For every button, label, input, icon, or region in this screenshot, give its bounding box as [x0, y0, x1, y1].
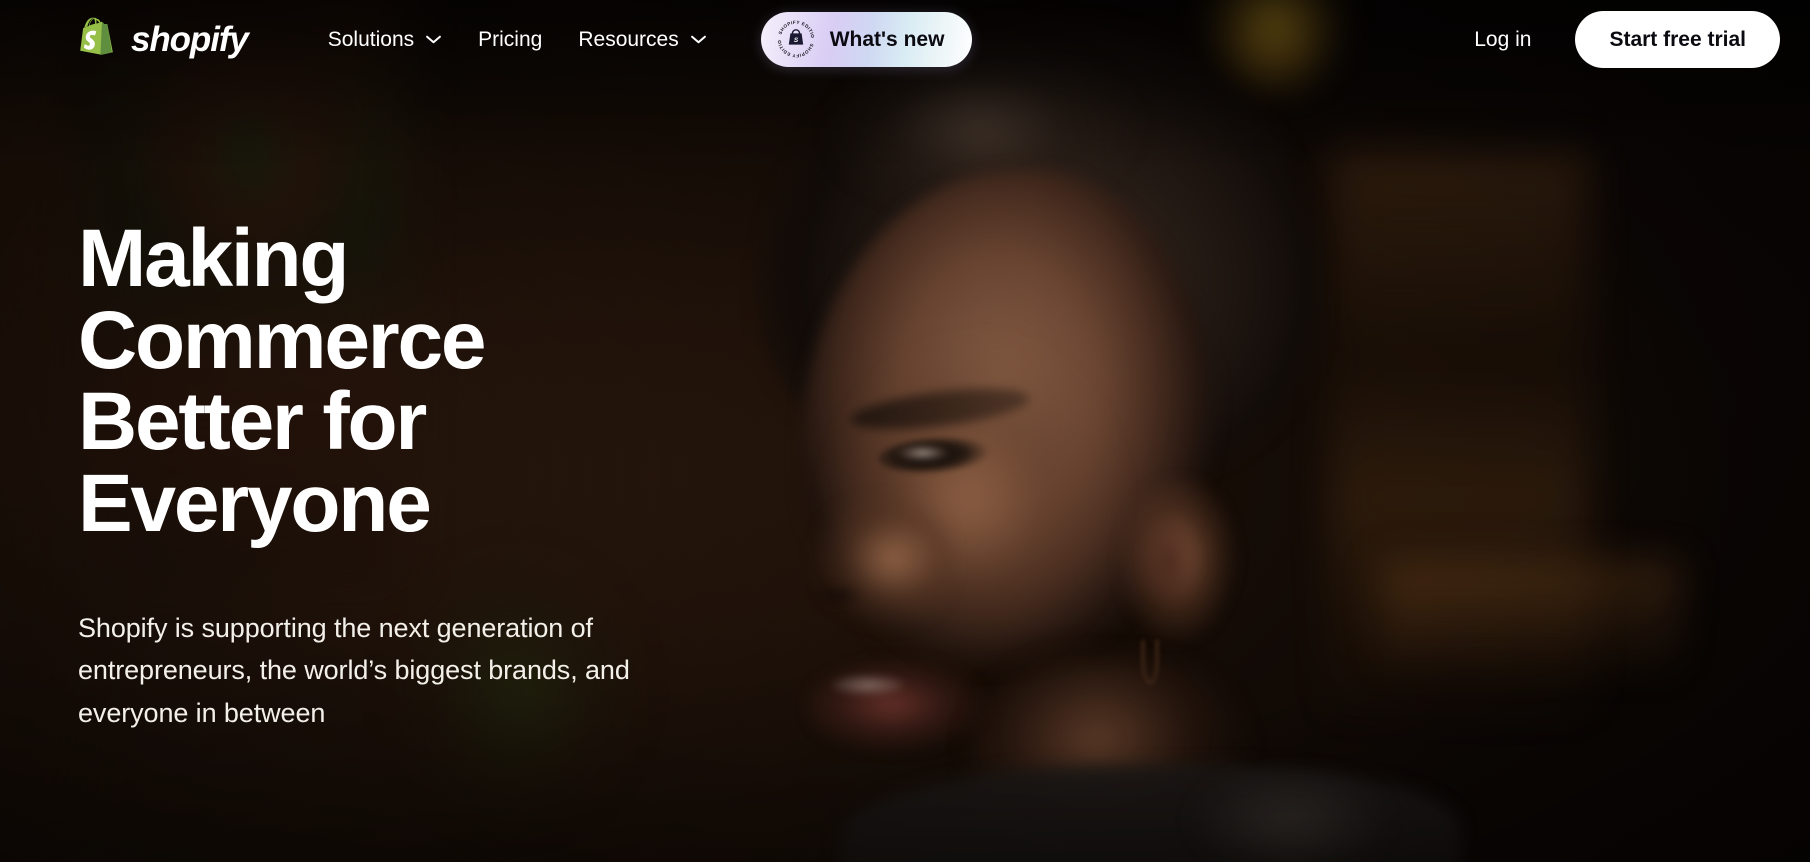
shopify-editions-badge-icon: SHOPIFY EDITIONS SHOPIFY EDITIONS S — [776, 19, 816, 59]
primary-navigation: Solutions Pricing Resources SHOPIFY EDIT… — [310, 11, 973, 67]
login-link[interactable]: Log in — [1460, 17, 1545, 62]
nav-item-label: Resources — [578, 27, 679, 51]
nav-item-solutions[interactable]: Solutions — [310, 17, 460, 62]
shopify-logo[interactable]: shopify — [78, 16, 249, 62]
hero-heading: Making Commerce Better for Everyone — [78, 213, 486, 549]
whats-new-label: What's new — [829, 27, 945, 51]
hero-page: shopify Solutions Pricing Resources SHOP… — [0, 0, 1810, 862]
header-actions: Log in Start free trial — [1460, 10, 1780, 68]
start-free-trial-button[interactable]: Start free trial — [1575, 10, 1780, 68]
hero-subheading: Shopify is supporting the next generatio… — [78, 613, 630, 728]
nav-item-pricing[interactable]: Pricing — [460, 17, 560, 62]
chevron-down-icon — [425, 34, 442, 45]
brand-wordmark: shopify — [131, 19, 249, 59]
nav-item-label: Solutions — [327, 27, 415, 51]
site-header: shopify Solutions Pricing Resources SHOP… — [0, 0, 1810, 78]
whats-new-button[interactable]: SHOPIFY EDITIONS SHOPIFY EDITIONS S What… — [760, 11, 973, 67]
shopify-bag-icon — [78, 16, 118, 62]
hero-content: Making Commerce Better for Everyone Shop… — [78, 213, 718, 734]
chevron-down-icon — [690, 34, 707, 45]
nav-item-label: Pricing — [478, 27, 543, 51]
nav-item-resources[interactable]: Resources — [560, 17, 724, 62]
svg-text:S: S — [794, 37, 799, 44]
